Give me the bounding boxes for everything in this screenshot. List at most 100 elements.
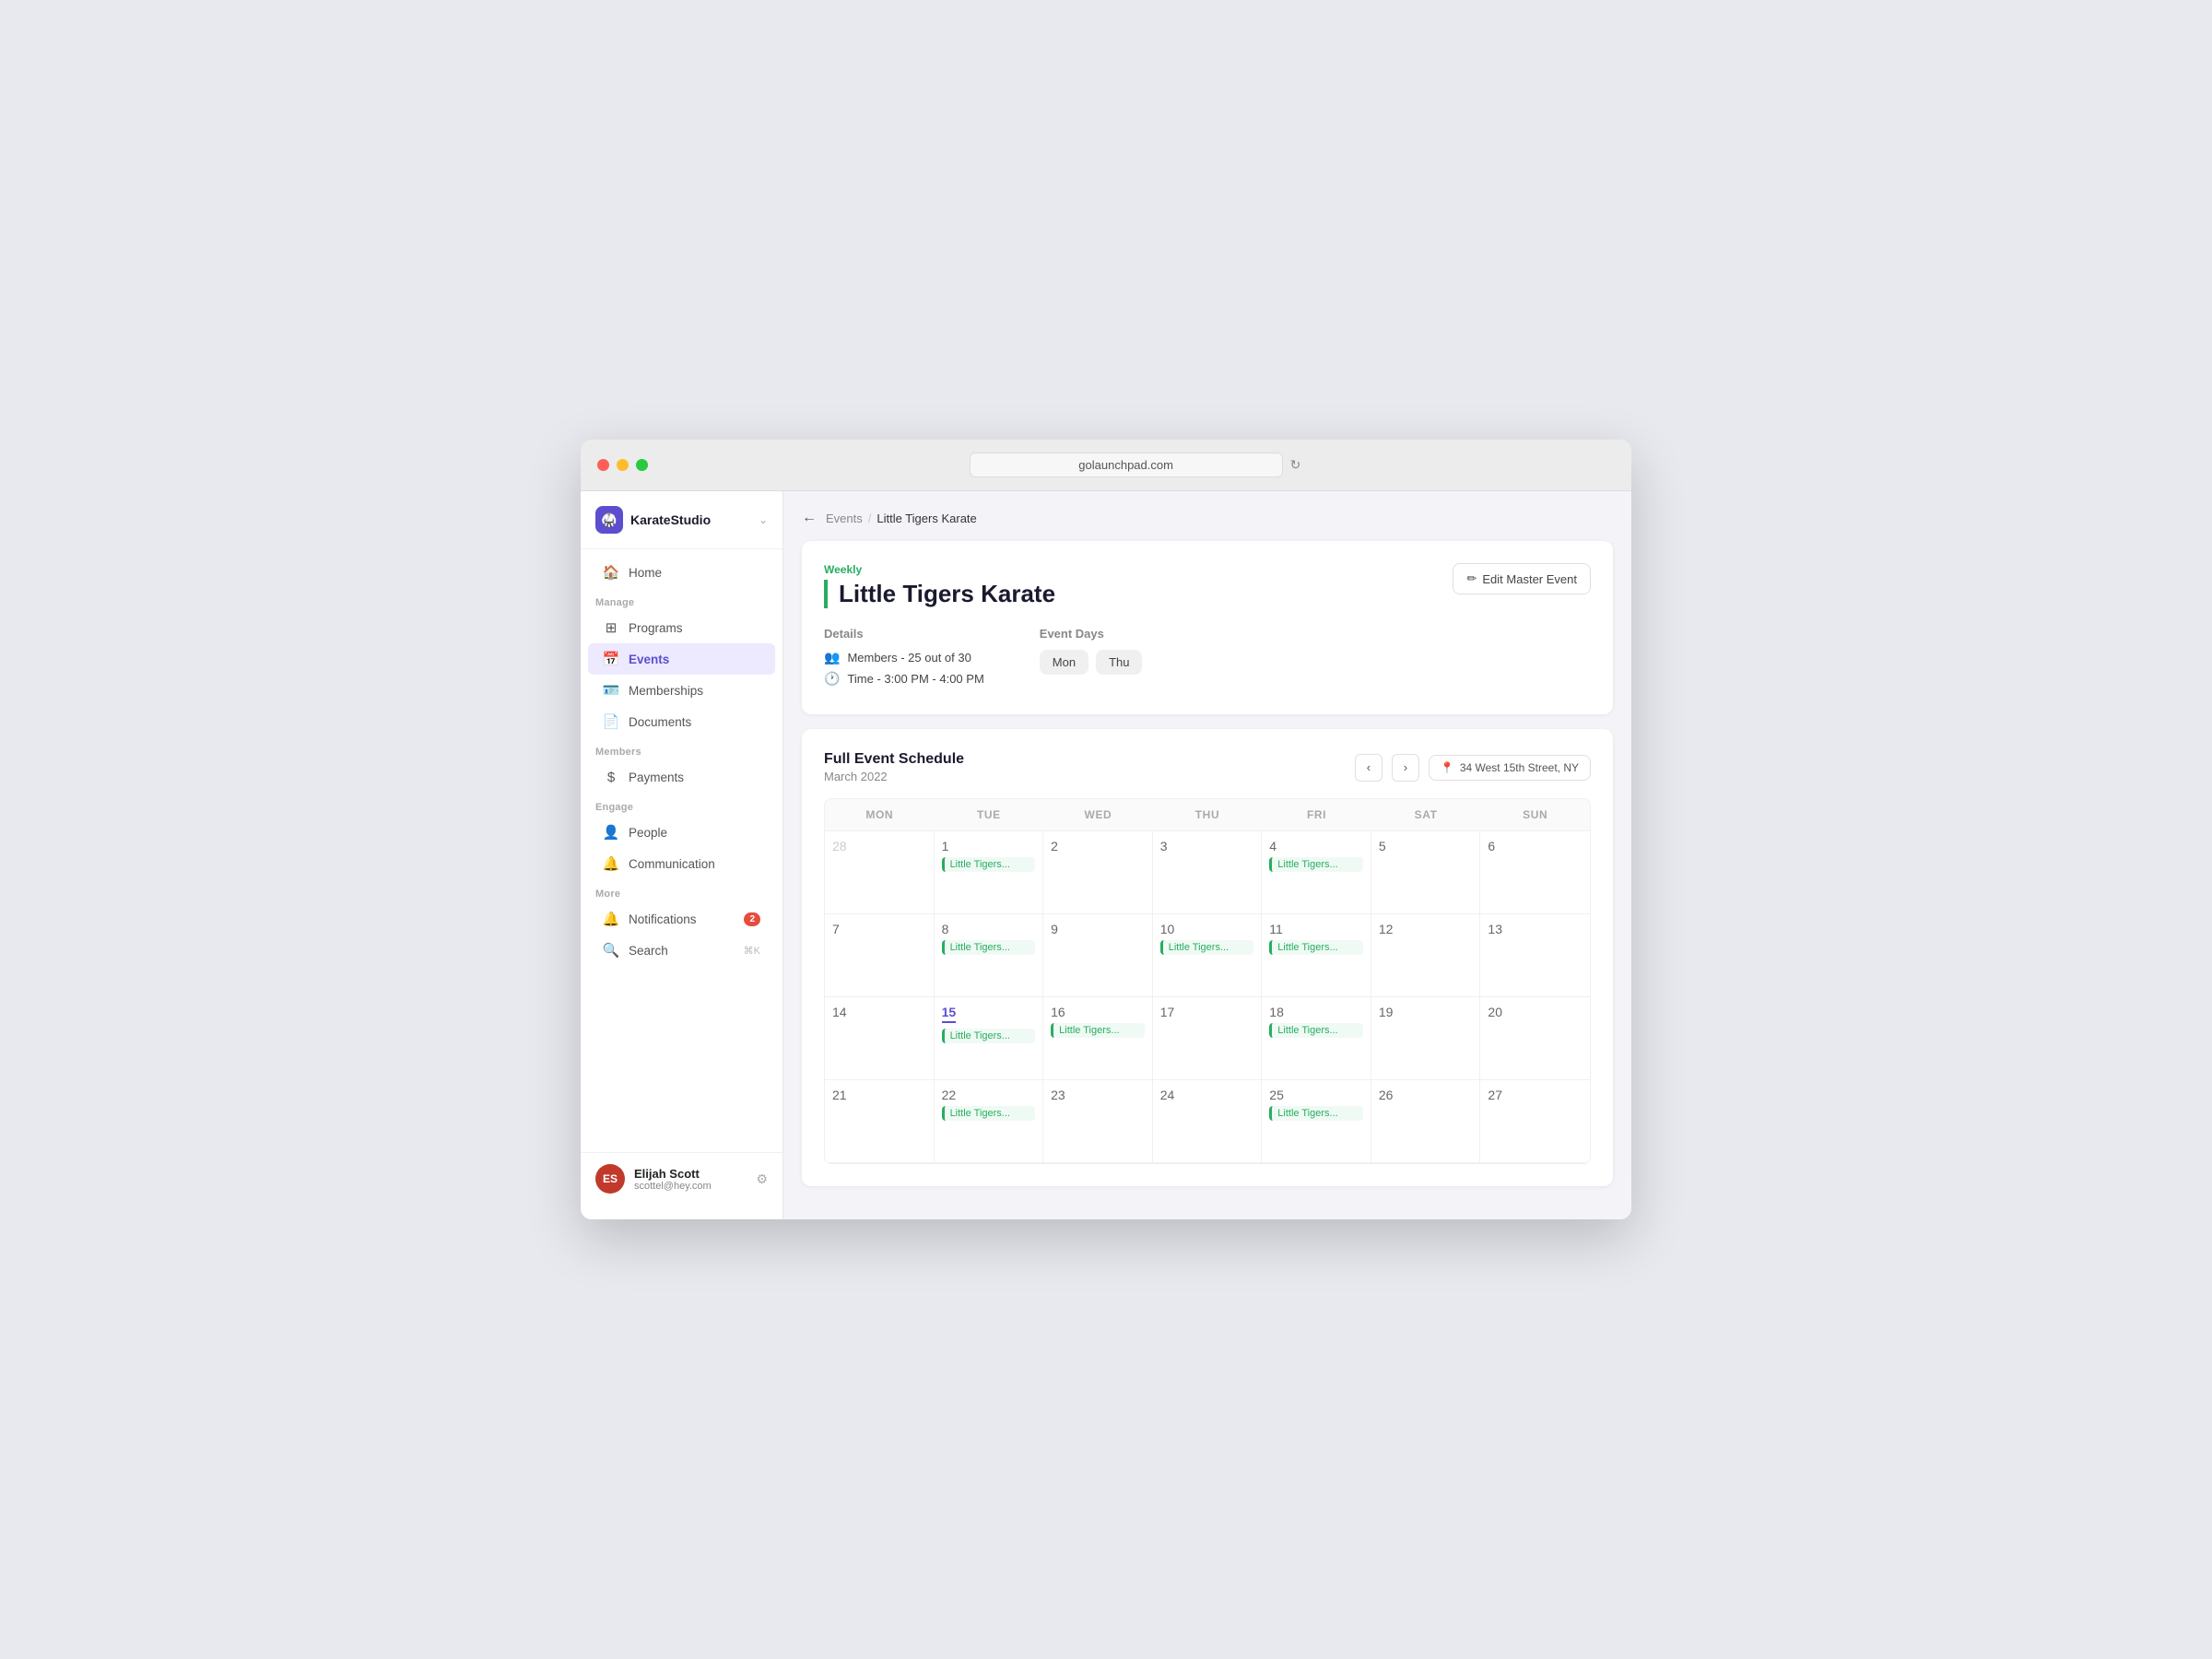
event-chip[interactable]: Little Tigers...	[942, 1106, 1036, 1121]
sidebar-item-payments-label: Payments	[629, 771, 684, 784]
sidebar-item-payments[interactable]: $ Payments	[588, 761, 775, 793]
calendar-controls: ‹ › 📍 34 West 15th Street, NY	[1355, 754, 1591, 782]
table-row[interactable]: 19	[1371, 997, 1481, 1080]
table-row[interactable]: 18 Little Tigers...	[1262, 997, 1371, 1080]
day-number: 1	[942, 839, 1036, 853]
table-row[interactable]: 8 Little Tigers...	[935, 914, 1044, 997]
close-button[interactable]	[597, 459, 609, 471]
url-display[interactable]: golaunchpad.com	[970, 453, 1283, 477]
sidebar-brand[interactable]: 🥋 KarateStudio ⌄	[581, 506, 782, 549]
event-chip[interactable]: Little Tigers...	[1269, 1106, 1363, 1121]
event-chip[interactable]: Little Tigers...	[1269, 940, 1363, 955]
prev-month-button[interactable]: ‹	[1355, 754, 1382, 782]
table-row[interactable]: 5	[1371, 831, 1481, 914]
table-row[interactable]: 15 Little Tigers...	[935, 997, 1044, 1080]
day-number: 11	[1269, 922, 1363, 936]
table-row[interactable]: 16 Little Tigers...	[1043, 997, 1153, 1080]
event-chip[interactable]: Little Tigers...	[1269, 857, 1363, 872]
table-row[interactable]: 26	[1371, 1080, 1481, 1163]
settings-icon[interactable]: ⚙	[756, 1171, 768, 1187]
documents-icon: 📄	[603, 713, 619, 730]
sidebar-item-documents[interactable]: 📄 Documents	[588, 706, 775, 737]
calendar-grid: MON TUE WED THU FRI SAT SUN 28 1 Little …	[824, 798, 1591, 1164]
sidebar-item-programs[interactable]: ⊞ Programs	[588, 612, 775, 643]
day-number: 3	[1160, 839, 1254, 853]
day-number: 23	[1051, 1088, 1145, 1102]
table-row[interactable]: 21	[825, 1080, 935, 1163]
table-row[interactable]: 9	[1043, 914, 1153, 997]
breadcrumb-parent[interactable]: Events	[826, 512, 863, 525]
table-row[interactable]: 3	[1153, 831, 1263, 914]
table-row[interactable]: 14	[825, 997, 935, 1080]
details-label: Details	[824, 627, 984, 641]
sidebar-item-home[interactable]: 🏠 Home	[588, 557, 775, 588]
table-row[interactable]: 22 Little Tigers...	[935, 1080, 1044, 1163]
event-chip[interactable]: Little Tigers...	[942, 940, 1036, 955]
table-row[interactable]: 7	[825, 914, 935, 997]
event-title: Little Tigers Karate	[824, 580, 1055, 608]
sidebar-item-search[interactable]: 🔍 Search ⌘K	[588, 935, 775, 966]
day-number: 4	[1269, 839, 1363, 853]
details-section: Details 👥 Members - 25 out of 30 🕐 Time …	[824, 627, 1591, 692]
event-days-label: Event Days	[1040, 627, 1143, 641]
event-chip[interactable]: Little Tigers...	[1269, 1023, 1363, 1038]
sidebar-item-communication-label: Communication	[629, 857, 715, 871]
table-row[interactable]: 1 Little Tigers...	[935, 831, 1044, 914]
table-row[interactable]: 23	[1043, 1080, 1153, 1163]
calendar-month: March 2022	[824, 770, 964, 783]
chevron-down-icon[interactable]: ⌄	[759, 513, 768, 526]
sidebar-item-events[interactable]: 📅 Events	[588, 643, 775, 675]
cal-header-fri: FRI	[1262, 799, 1371, 831]
sidebar-item-notifications[interactable]: 🔔 Notifications 2	[588, 903, 775, 935]
people-icon: 👤	[603, 824, 619, 841]
table-row[interactable]: 6	[1480, 831, 1590, 914]
day-number: 10	[1160, 922, 1254, 936]
sidebar-item-people[interactable]: 👤 People	[588, 817, 775, 848]
table-row[interactable]: 13	[1480, 914, 1590, 997]
day-pill-thu: Thu	[1096, 650, 1142, 675]
location-text: 34 West 15th Street, NY	[1460, 761, 1579, 774]
user-info: ES Elijah Scott scottel@hey.com	[595, 1164, 712, 1194]
edit-master-button[interactable]: ✏ Edit Master Event	[1453, 563, 1591, 594]
table-row[interactable]: 4 Little Tigers...	[1262, 831, 1371, 914]
sidebar-footer: ES Elijah Scott scottel@hey.com ⚙	[581, 1152, 782, 1205]
minimize-button[interactable]	[617, 459, 629, 471]
event-chip[interactable]: Little Tigers...	[942, 857, 1036, 872]
day-pills: Mon Thu	[1040, 650, 1143, 675]
sidebar-item-home-label: Home	[629, 566, 662, 580]
calendar-header: Full Event Schedule March 2022 ‹ › 📍 34 …	[824, 751, 1591, 783]
table-row[interactable]: 20	[1480, 997, 1590, 1080]
time-detail-text: Time - 3:00 PM - 4:00 PM	[847, 672, 983, 686]
table-row[interactable]: 25 Little Tigers...	[1262, 1080, 1371, 1163]
event-chip[interactable]: Little Tigers...	[942, 1029, 1036, 1043]
refresh-icon[interactable]: ↻	[1290, 457, 1301, 473]
time-detail: 🕐 Time - 3:00 PM - 4:00 PM	[824, 671, 984, 687]
event-chip[interactable]: Little Tigers...	[1051, 1023, 1145, 1038]
table-row[interactable]: 24	[1153, 1080, 1263, 1163]
table-row[interactable]: 17	[1153, 997, 1263, 1080]
table-row[interactable]: 2	[1043, 831, 1153, 914]
table-row[interactable]: 28	[825, 831, 935, 914]
next-month-button[interactable]: ›	[1392, 754, 1419, 782]
event-detail-card: Weekly Little Tigers Karate ✏ Edit Maste…	[802, 541, 1613, 714]
back-arrow-icon[interactable]: ←	[802, 510, 817, 526]
day-number: 26	[1379, 1088, 1473, 1102]
sidebar-item-memberships[interactable]: 🪪 Memberships	[588, 675, 775, 706]
app-body: 🥋 KarateStudio ⌄ 🏠 Home Manage ⊞ Program…	[581, 491, 1631, 1219]
sidebar-item-people-label: People	[629, 826, 667, 840]
table-row[interactable]: 12	[1371, 914, 1481, 997]
sidebar-item-memberships-label: Memberships	[629, 684, 703, 698]
programs-icon: ⊞	[603, 619, 619, 636]
calendar-title: Full Event Schedule	[824, 751, 964, 768]
sidebar-item-communication[interactable]: 🔔 Communication	[588, 848, 775, 879]
table-row[interactable]: 27	[1480, 1080, 1590, 1163]
day-number: 6	[1488, 839, 1583, 853]
table-row[interactable]: 10 Little Tigers...	[1153, 914, 1263, 997]
table-row[interactable]: 11 Little Tigers...	[1262, 914, 1371, 997]
day-number: 16	[1051, 1005, 1145, 1019]
members-detail-text: Members - 25 out of 30	[847, 651, 971, 665]
app-window: 🔒 golaunchpad.com ↻ 🥋 KarateStudio ⌄ 🏠 H…	[581, 440, 1631, 1219]
event-chip[interactable]: Little Tigers...	[1160, 940, 1254, 955]
day-number: 15	[942, 1005, 957, 1023]
maximize-button[interactable]	[636, 459, 648, 471]
